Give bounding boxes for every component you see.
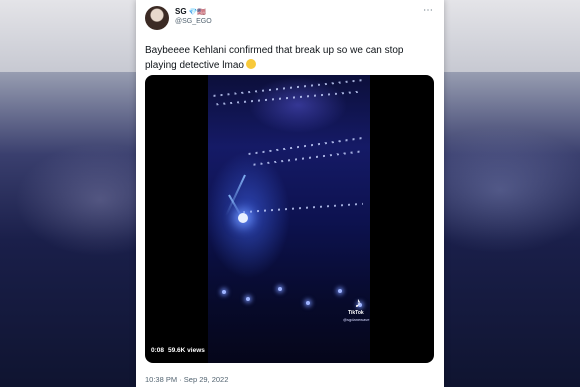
smile-emoji-icon [245,59,256,69]
video-player[interactable]: ♪ TikTok @sgdanewave 0:08 59.6K views [145,75,434,363]
crowd-light [306,301,310,305]
crowd-light [246,297,250,301]
tweet-card: SG 💎🇺🇸 @SG_EGO ⋯ Baybeeee Kehlani confirm… [136,0,444,387]
display-name-text[interactable]: SG [175,7,187,16]
crowd-light [222,290,226,294]
tiktok-username: @sgdanewave [343,317,370,322]
crowd-light [338,289,342,293]
video-stats: 0:08 59.6K views [151,347,209,354]
tiktok-logo-icon: ♪ [354,294,362,310]
video-views: 59.6K views [168,347,205,354]
avatar[interactable] [145,6,169,30]
stage-spotlight [238,213,248,223]
tiktok-label: TikTok [348,310,364,316]
tweet-text-content: Baybeeee Kehlani confirmed that break up… [145,45,404,71]
stage-lights-row [243,202,363,214]
video-duration: 0:08 [151,347,165,354]
display-name[interactable]: SG 💎🇺🇸 [175,7,206,16]
user-handle[interactable]: @SG_EGO [175,18,212,25]
tweet-timestamp[interactable]: 10:38 PM · Sep 29, 2022 [145,375,228,384]
crowd-light [278,287,282,291]
tweet-text: Baybeeee Kehlani confirmed that break up… [145,43,435,73]
more-options-icon[interactable]: ⋯ [423,5,434,16]
profile-badges: 💎🇺🇸 [188,9,206,16]
stage-lights-row [253,150,363,166]
